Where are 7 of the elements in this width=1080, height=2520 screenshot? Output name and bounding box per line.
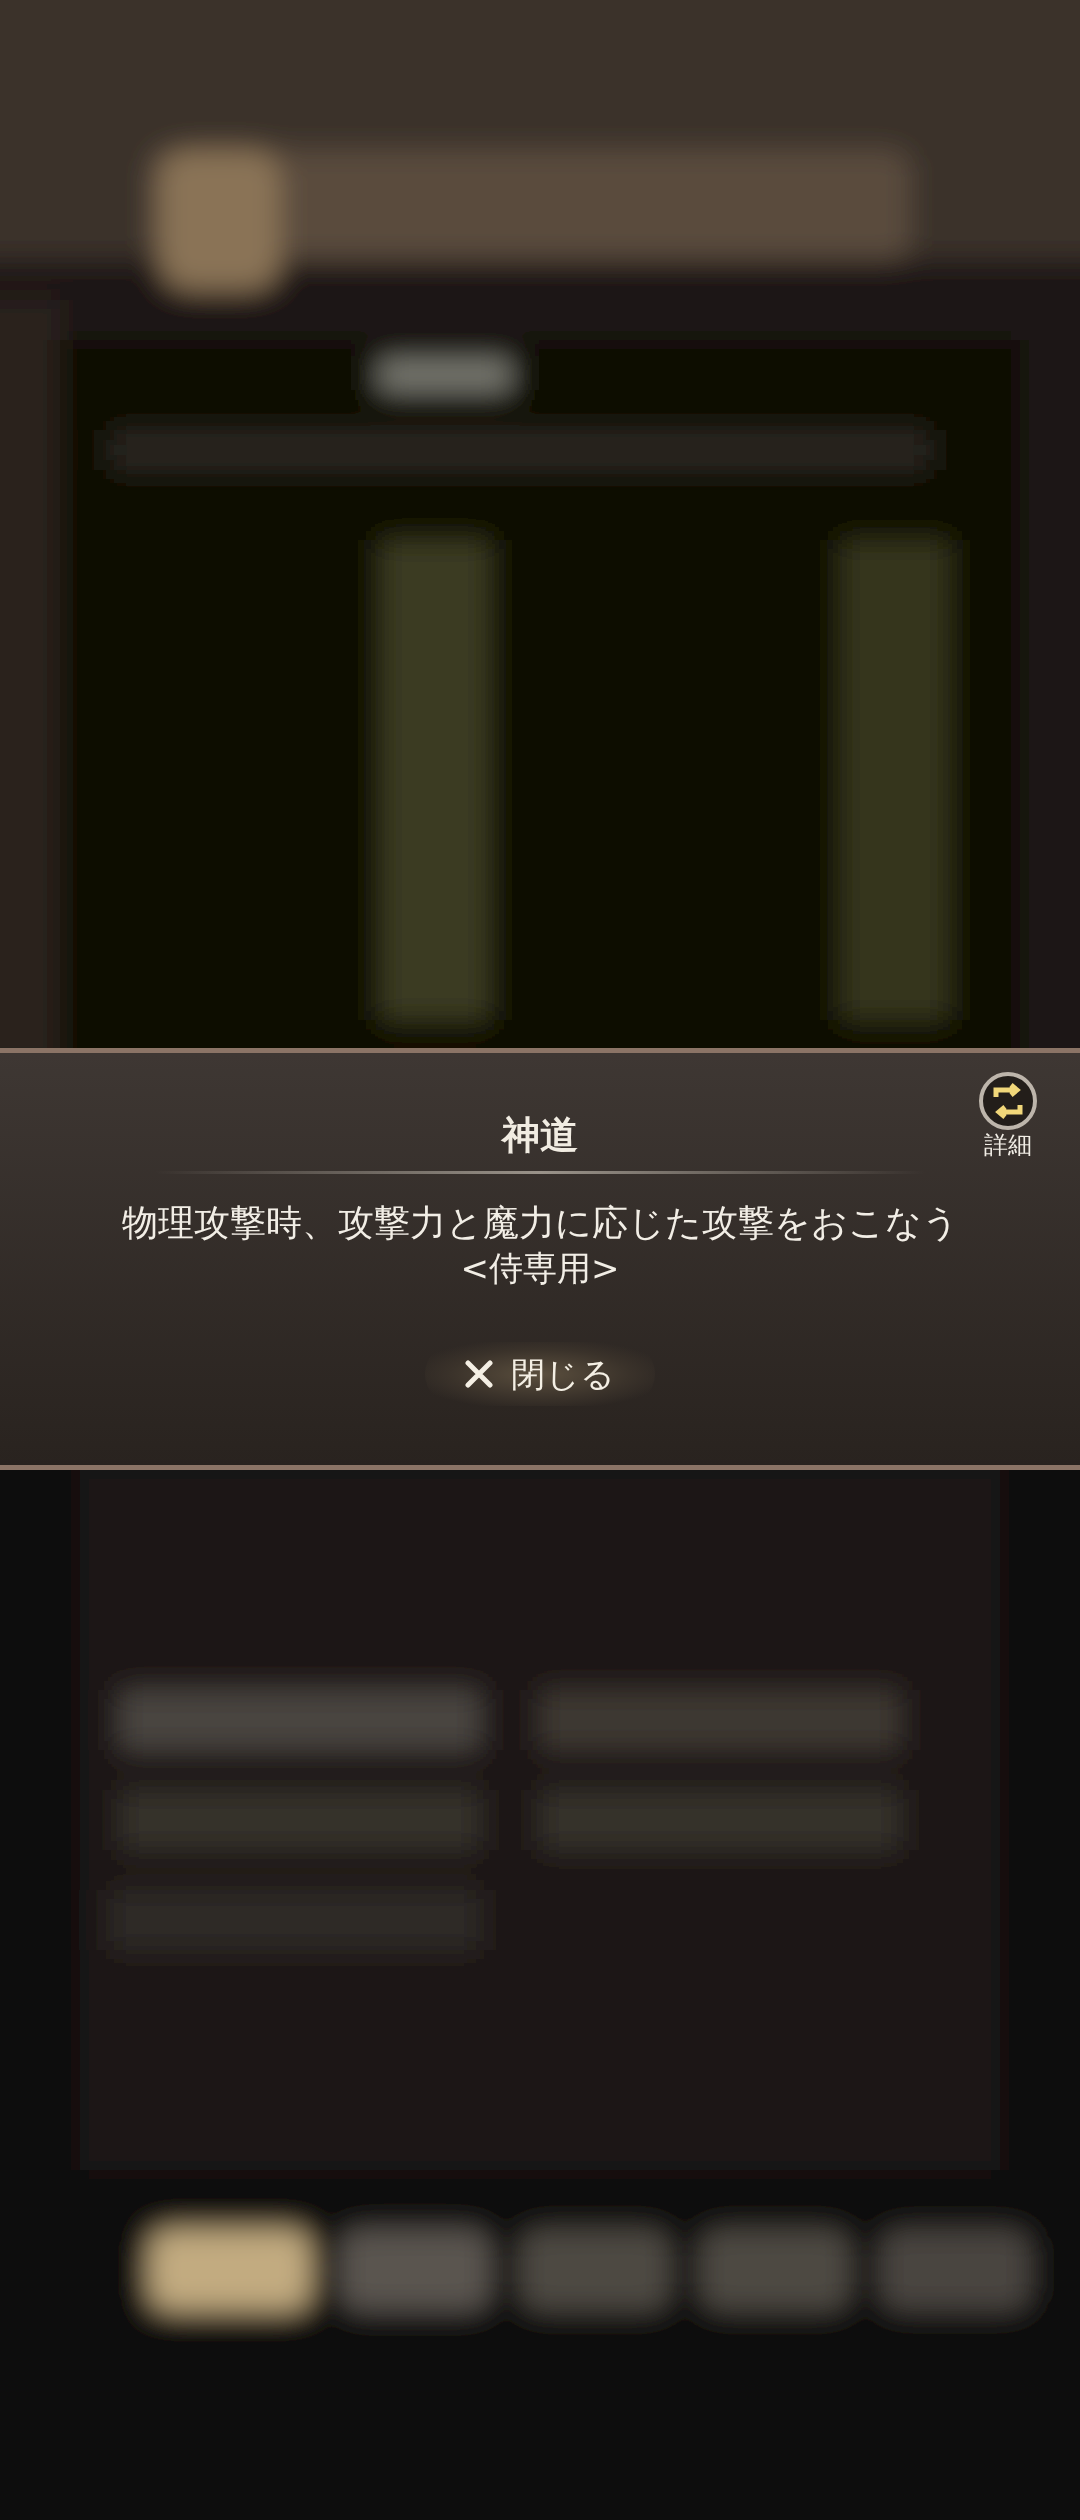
close-button[interactable]: 閉じる <box>425 1342 655 1406</box>
close-icon <box>465 1360 493 1388</box>
detail-button[interactable]: 詳細 <box>978 1071 1038 1159</box>
dialog-title: 神道 <box>502 1112 578 1159</box>
swap-icon <box>978 1071 1038 1131</box>
note-text: <侍専用> <box>460 1247 620 1290</box>
description-text: 物理攻撃時、攻撃力と魔力に応じた攻撃をおこなう <box>121 1201 959 1245</box>
